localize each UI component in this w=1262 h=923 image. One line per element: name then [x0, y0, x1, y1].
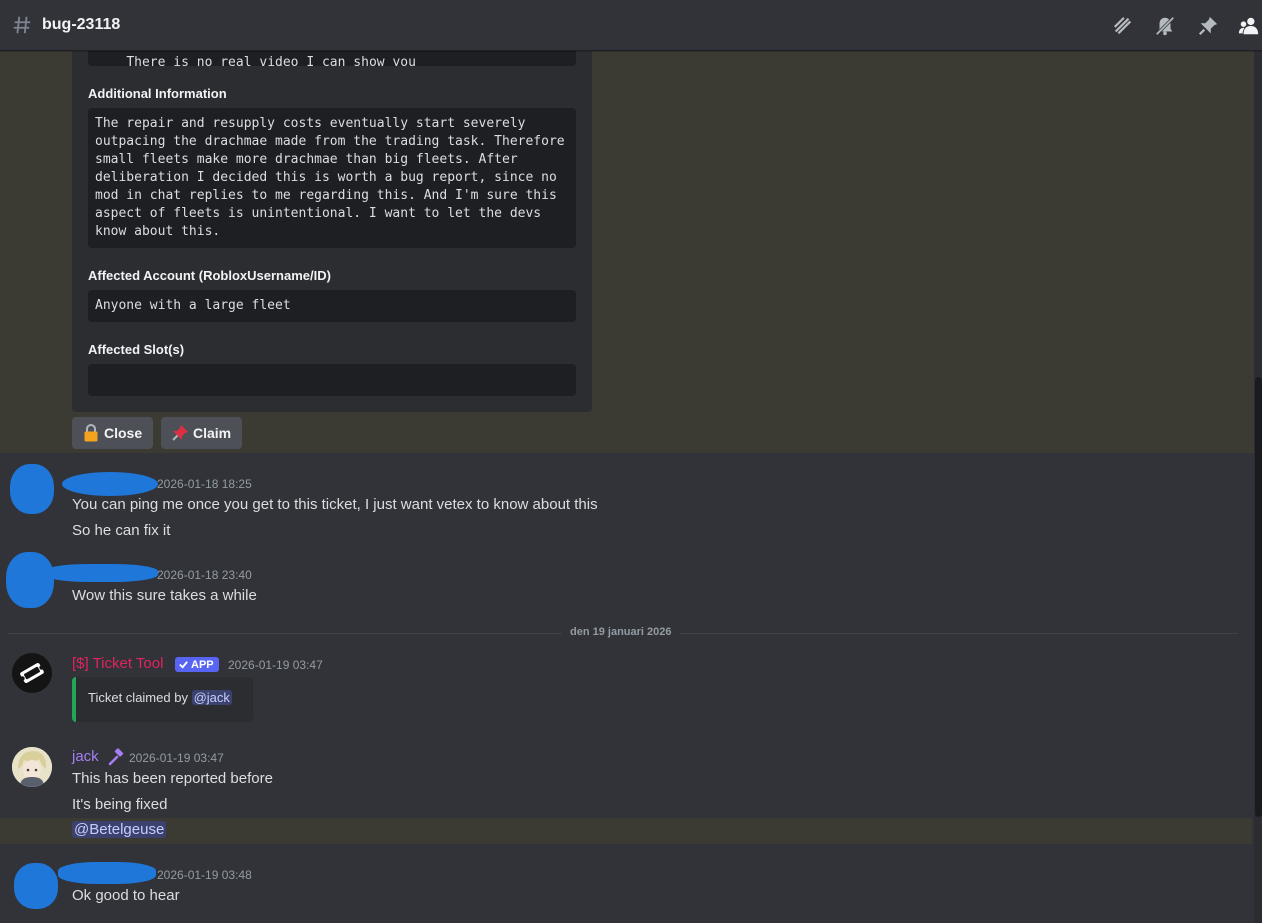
field-value-affected-account: Anyone with a large fleet	[88, 290, 576, 322]
field-name-affected-slots: Affected Slot(s)	[88, 342, 185, 357]
message-line: Wow this sure takes a while	[72, 587, 257, 604]
field-name-affected-account: Affected Account (RobloxUsername/ID)	[88, 268, 331, 283]
moderator-hammer-icon	[108, 748, 124, 766]
close-button-label: Close	[104, 425, 143, 441]
user-mention[interactable]: @Betelgeuse	[72, 821, 167, 838]
app-badge-label: APP	[191, 658, 214, 671]
channel-header: bug-23118	[0, 0, 1262, 51]
redacted-username	[44, 564, 158, 582]
message-timestamp: 2026-01-18 23:40	[157, 568, 252, 582]
avatar[interactable]	[10, 464, 54, 514]
ticket-tool-avatar[interactable]	[12, 653, 52, 693]
notification-muted-icon[interactable]	[1154, 15, 1176, 37]
verified-check-icon	[179, 661, 188, 669]
message-line: Ok good to hear	[72, 887, 180, 904]
field-value-affected-slots	[88, 364, 576, 396]
author-name[interactable]: jack	[72, 748, 99, 765]
claim-ticket-button[interactable]: Claim	[161, 417, 242, 449]
redacted-username	[62, 472, 158, 496]
message-timestamp: 2026-01-18 18:25	[157, 477, 252, 491]
close-ticket-button[interactable]: Close	[72, 417, 153, 449]
message-line: This has been reported before	[72, 770, 273, 787]
message-line: It's being fixed	[72, 796, 168, 813]
lock-icon	[82, 423, 100, 442]
claim-embed: Ticket claimed by @jack	[72, 677, 253, 722]
ticket-embed: There is no real video I can show you Ad…	[72, 42, 592, 412]
message-line: @Betelgeuse	[72, 821, 167, 838]
message-line: You can ping me once you get to this tic…	[72, 496, 598, 513]
message-timestamp: 2026-01-19 03:47	[228, 658, 323, 672]
message-timestamp: 2026-01-19 03:48	[157, 868, 252, 882]
hash-icon	[13, 16, 31, 34]
codeblock-text: There is no real video I can show you	[126, 55, 416, 66]
message-line: So he can fix it	[72, 522, 171, 539]
field-value-additional-info: The repair and resupply costs eventually…	[88, 108, 576, 248]
channel-title: bug-23118	[42, 16, 121, 33]
message-timestamp: 2026-01-19 03:47	[129, 751, 224, 765]
redacted-username	[58, 862, 156, 884]
claim-text: Ticket claimed by	[88, 690, 188, 705]
claim-embed-text: Ticket claimed by @jack	[88, 690, 232, 705]
app-badge: APP	[175, 657, 219, 672]
anime-avatar-icon	[12, 747, 52, 787]
avatar[interactable]	[14, 863, 58, 909]
pin-icon[interactable]	[1197, 15, 1219, 37]
scrollbar-thumb[interactable]	[1255, 377, 1262, 817]
user-mention[interactable]: @jack	[191, 690, 232, 705]
mention-highlight-row	[0, 818, 1252, 844]
claim-button-label: Claim	[193, 425, 232, 441]
avatar[interactable]	[6, 552, 54, 608]
threads-icon[interactable]	[1112, 15, 1134, 37]
author-name[interactable]: [$] Ticket Tool	[72, 655, 163, 672]
jack-avatar[interactable]	[12, 747, 52, 787]
members-icon[interactable]	[1238, 15, 1260, 37]
date-divider: den 19 januari 2026	[562, 626, 680, 638]
field-name-additional-info: Additional Information	[88, 86, 227, 101]
pushpin-icon	[171, 424, 189, 442]
ticket-icon	[20, 663, 44, 683]
